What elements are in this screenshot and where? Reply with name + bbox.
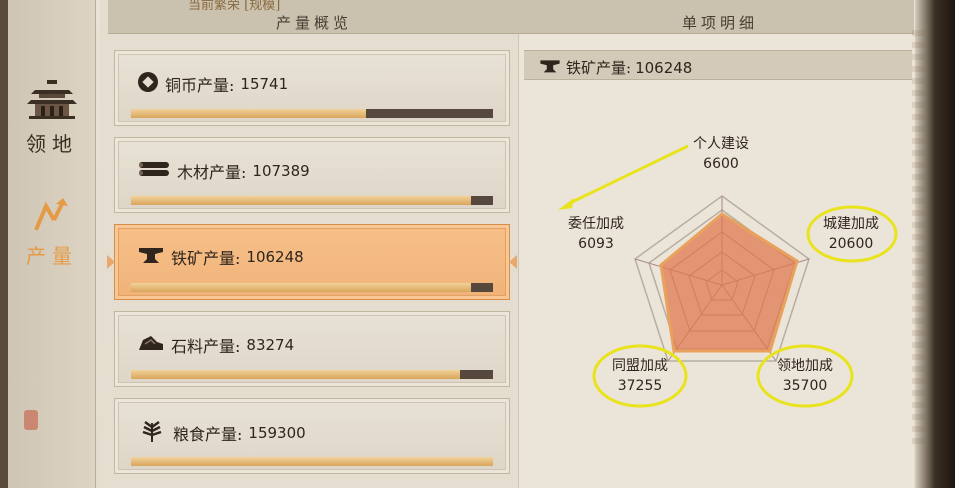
axis-value: 20600 [828,236,874,252]
axis-label-text: 领地加成 [777,358,833,374]
radar-value-area [659,212,799,353]
annotation-arrow [558,144,689,210]
axis-label-text: 个人建设 [693,136,749,152]
scroll-decoration [912,30,924,450]
axis-label-text: 同盟加成 [612,358,668,374]
axis-value: 37255 [617,378,663,394]
radar-axis-appointment: 委任加成 6093 [551,214,641,254]
axis-value: 35700 [782,378,828,394]
radar-axis-territory: 领地加成 35700 [760,356,850,396]
radar-axis-alliance: 同盟加成 37255 [595,356,685,396]
axis-value: 6600 [703,156,739,172]
axis-label-text: 城建加成 [823,216,879,232]
axis-label-text: 委任加成 [568,216,624,232]
axis-value: 6093 [578,236,614,252]
radar-axis-city: 城建加成 20600 [806,214,896,254]
radar-axis-personal: 个人建设 6600 [676,134,766,174]
